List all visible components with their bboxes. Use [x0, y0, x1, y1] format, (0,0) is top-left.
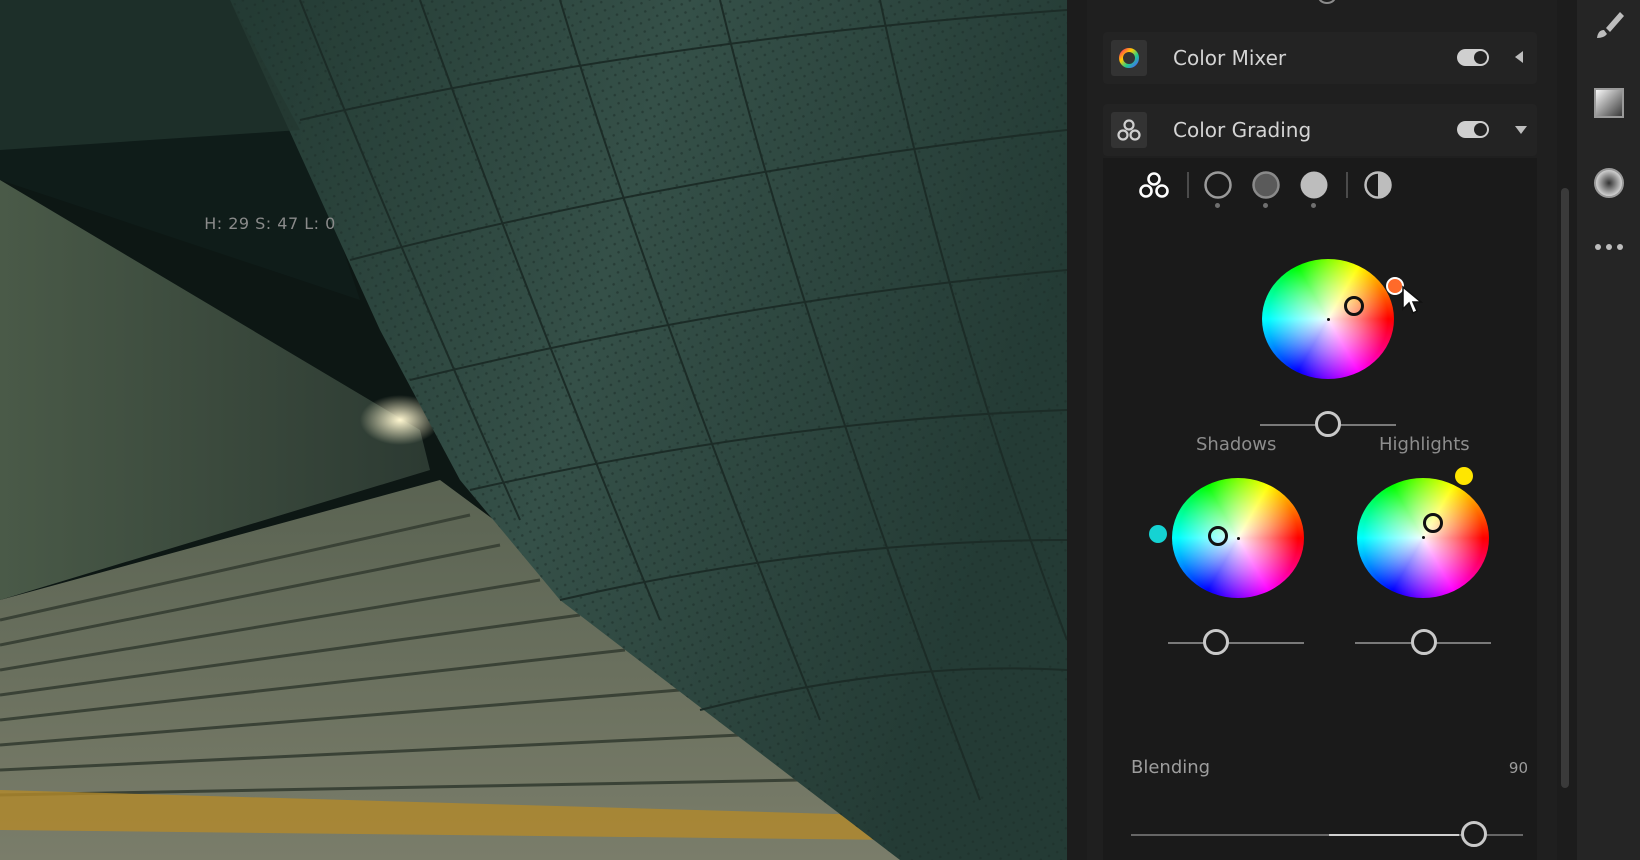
highlights-label: Highlights	[1379, 434, 1470, 455]
mouse-cursor-icon	[1402, 285, 1424, 315]
wheel-center-dot	[1422, 536, 1425, 539]
shadows-wheel-handle[interactable]	[1208, 526, 1228, 546]
shadows-luminance-knob[interactable]	[1203, 629, 1229, 655]
mode-indicator-dot	[1263, 203, 1268, 208]
mode-global-button[interactable]	[1363, 170, 1393, 204]
architecture-photo	[0, 0, 1067, 860]
color-mixer-title: Color Mixer	[1173, 46, 1287, 70]
three-way-icon	[1139, 172, 1169, 198]
wheel-center-dot	[1327, 318, 1330, 321]
color-grading-title: Color Grading	[1173, 118, 1312, 142]
mode-indicator-dot	[1215, 203, 1220, 208]
color-mixer-toggle[interactable]	[1457, 49, 1489, 66]
highlights-circle-icon	[1300, 171, 1328, 199]
global-half-circle-icon	[1364, 171, 1392, 199]
midtones-luminance-knob[interactable]	[1315, 411, 1341, 437]
mode-separator	[1346, 172, 1348, 198]
mode-indicator-dot	[1311, 203, 1316, 208]
radial-icon	[1593, 168, 1624, 198]
right-toolbar	[1577, 0, 1640, 860]
blending-fill	[1329, 834, 1459, 836]
more-tools-button[interactable]	[1577, 240, 1640, 254]
blending-knob[interactable]	[1461, 821, 1487, 847]
highlights-hue-handle[interactable]	[1455, 467, 1473, 485]
color-grading-header[interactable]: Color Grading	[1103, 104, 1537, 156]
more-icon	[1594, 244, 1623, 250]
shadows-circle-icon	[1204, 171, 1232, 199]
mode-midtones-button[interactable]	[1251, 170, 1281, 204]
chevron-left-icon[interactable]	[1515, 51, 1523, 63]
midtones-circle-icon	[1252, 171, 1280, 199]
mode-separator	[1187, 172, 1189, 198]
brush-icon	[1596, 12, 1624, 38]
color-mixer-icon	[1111, 40, 1147, 76]
blending-value: 90	[1508, 759, 1528, 777]
shadows-hue-handle[interactable]	[1149, 525, 1167, 543]
blending-label: Blending	[1131, 757, 1211, 778]
radial-gradient-tool-button[interactable]	[1577, 166, 1640, 200]
mode-three-way-button[interactable]	[1136, 170, 1172, 204]
gradient-icon	[1593, 88, 1624, 118]
color-grading-icon	[1111, 112, 1147, 148]
shadows-luminance-track[interactable]	[1168, 642, 1304, 644]
photo-canvas[interactable]	[0, 0, 1067, 860]
mode-shadows-button[interactable]	[1203, 170, 1233, 204]
color-mixer-header[interactable]: Color Mixer	[1103, 32, 1537, 84]
highlights-wheel-handle[interactable]	[1423, 513, 1443, 533]
panel-scrollbar[interactable]	[1561, 188, 1569, 788]
highlights-luminance-knob[interactable]	[1411, 629, 1437, 655]
brush-tool-button[interactable]	[1577, 8, 1640, 42]
wheel-center-dot	[1237, 537, 1240, 540]
hsl-readout: H: 29 S: 47 L: 0	[204, 214, 336, 233]
mode-highlights-button[interactable]	[1299, 170, 1329, 204]
color-grading-toggle[interactable]	[1457, 121, 1489, 138]
midtones-wheel-handle[interactable]	[1344, 296, 1364, 316]
chevron-down-icon[interactable]	[1515, 126, 1527, 134]
linear-gradient-tool-button[interactable]	[1577, 86, 1640, 120]
shadows-label: Shadows	[1196, 434, 1277, 455]
